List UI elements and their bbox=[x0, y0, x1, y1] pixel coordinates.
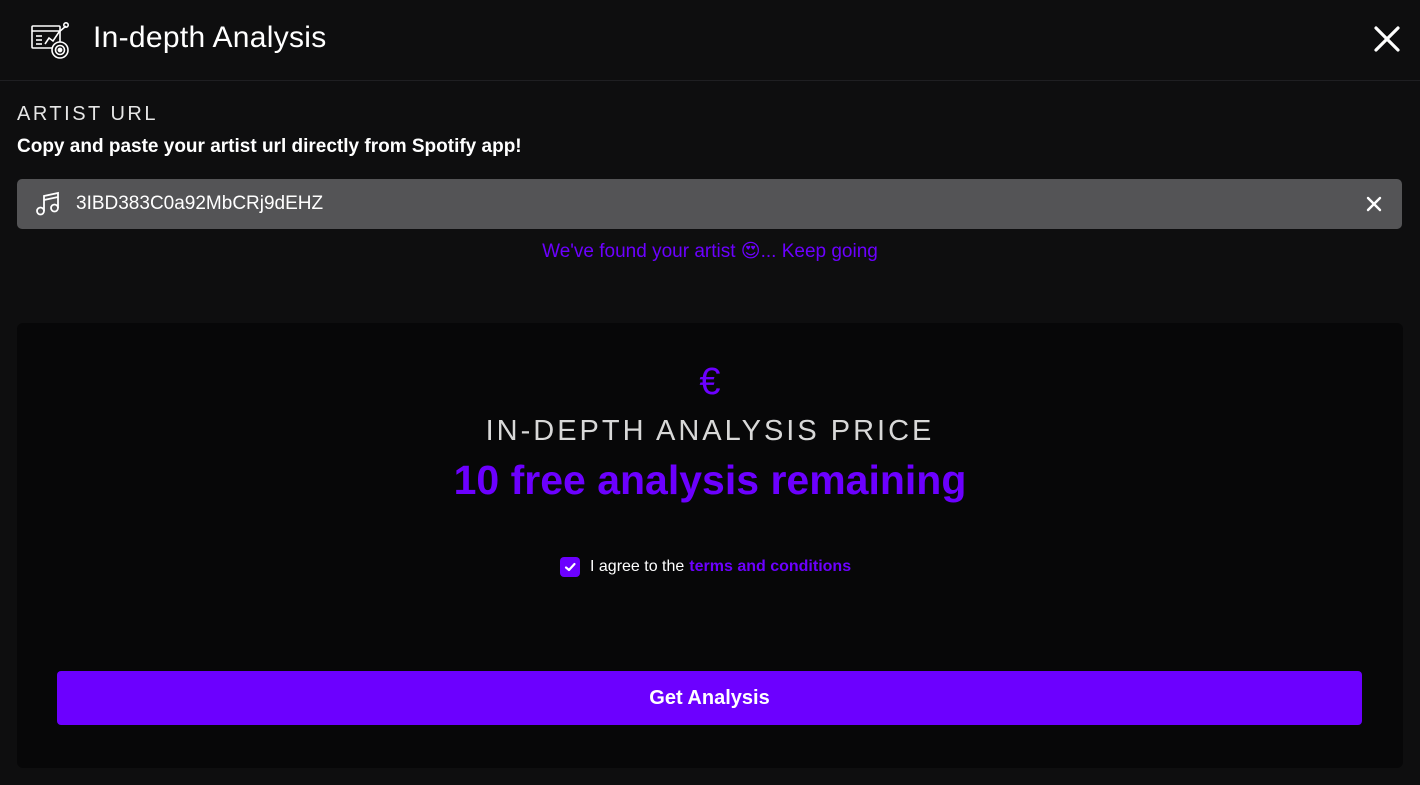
terms-checkbox[interactable] bbox=[560, 557, 580, 577]
pricing-card: € IN-DEPTH ANALYSIS PRICE 10 free analys… bbox=[17, 323, 1403, 768]
close-icon[interactable] bbox=[1372, 24, 1402, 54]
artist-found-message: We've found your artist 😍... Keep going bbox=[542, 241, 878, 262]
modal-header: In-depth Analysis bbox=[0, 0, 1420, 81]
clear-icon[interactable] bbox=[1366, 196, 1382, 212]
artist-url-label: ARTIST URL bbox=[17, 103, 158, 125]
terms-link[interactable]: terms and conditions bbox=[689, 558, 851, 576]
artist-url-field bbox=[17, 179, 1402, 229]
euro-icon: € bbox=[699, 361, 721, 403]
artist-url-input[interactable] bbox=[76, 179, 1336, 229]
analytics-report-icon bbox=[31, 21, 69, 59]
artist-url-hint: Copy and paste your artist url directly … bbox=[17, 136, 522, 157]
terms-agreement-row: I agree to the terms and conditions bbox=[560, 556, 851, 578]
in-depth-analysis-modal: In-depth Analysis ARTIST URL Copy and pa… bbox=[0, 0, 1420, 785]
music-note-icon bbox=[36, 191, 59, 216]
agree-text: I agree to the bbox=[590, 558, 685, 575]
free-analysis-count: 10 free analysis remaining bbox=[453, 457, 967, 503]
modal-title: In-depth Analysis bbox=[93, 21, 327, 54]
price-label: IN-DEPTH ANALYSIS PRICE bbox=[485, 415, 935, 447]
get-analysis-button[interactable]: Get Analysis bbox=[57, 671, 1362, 725]
checkmark-icon bbox=[564, 562, 576, 572]
